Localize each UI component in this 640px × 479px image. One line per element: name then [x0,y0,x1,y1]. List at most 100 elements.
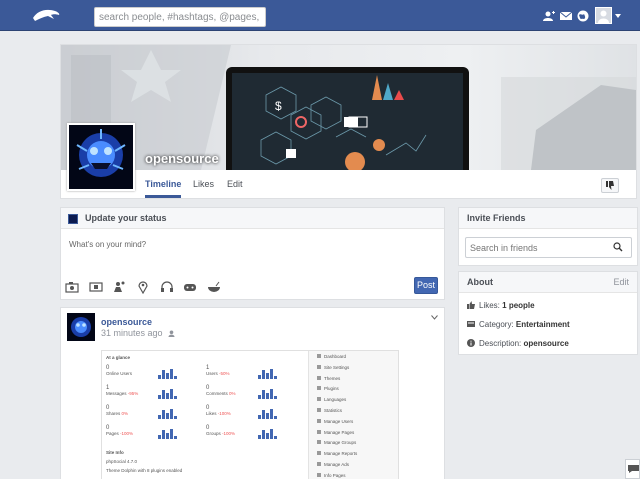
stat-label-text: Groups [206,431,221,436]
about-header: About Edit [459,272,637,293]
status-input[interactable]: What's on your mind? [69,240,146,249]
dislike-button[interactable] [601,178,619,193]
stat-sparkline [158,429,177,439]
stat-label-text: Online Users [106,371,133,376]
film-icon[interactable] [89,280,103,294]
screenshot-site-info-theme: Theme Dolphin with 8 plugins enabled [106,468,183,473]
stat-delta: -95% [127,391,139,396]
thumbs-down-icon [606,181,614,190]
tab-timeline[interactable]: Timeline [145,179,181,189]
stat-sparkline [158,409,177,419]
mail-icon[interactable] [560,10,572,22]
about-description-value: opensource [523,339,569,348]
stat-label: Online Users [106,371,201,376]
post-screenshot-image[interactable]: At a glance 0 Online Users 1 Users -50% 1 Me… [101,350,399,479]
stat-delta: -100% [120,431,134,436]
headphones-icon[interactable] [160,280,174,294]
menu-item-label: Manage Reports [324,451,358,457]
menu-bullet-icon [317,418,321,423]
stat-label: Pages -100% [106,431,201,436]
stat-label: Groups -100% [206,431,301,436]
search-icon[interactable] [613,242,623,252]
stat-label-text: Users [206,371,218,376]
stat-label: Messages -95% [106,391,201,396]
about-description-row: Description: opensource [467,339,569,348]
about-description-label: Description: [479,339,522,348]
post-author-avatar[interactable] [67,313,95,341]
menu-item-label: Site Settings [324,364,350,370]
map-pin-icon[interactable] [136,280,150,294]
stat-delta: 0% [229,391,236,396]
timeline-post: opensource 31 minutes ago At a glance 0O… [60,307,445,479]
screenshot-menu-item: Dashboard [317,354,346,359]
screenshot-stat: 1 Users -50% [206,365,301,383]
friends-icon[interactable] [543,10,555,22]
stat-label: Likes -100% [206,411,301,416]
invite-friends-panel: Invite Friends [458,207,638,266]
menu-bullet-icon [317,462,321,466]
gamepad-icon[interactable] [183,280,197,294]
stat-label-text: Pages [106,431,119,436]
screenshot-menu-item: Manage Pages [317,429,355,435]
stat-delta: -50% [219,371,230,376]
screenshot-site-info-version: phpSocial 4.7.0 [106,459,138,464]
screenshot-menu-item: Manage Users [317,418,354,424]
status-mini-avatar [68,214,78,224]
menu-item-label: Languages [324,397,347,403]
chevron-down-icon[interactable] [431,315,438,320]
menu-item-label: Manage Pages [324,429,355,435]
caret-down-icon[interactable] [615,14,621,18]
location-people-icon[interactable] [113,280,127,294]
about-likes-value: 1 people [502,301,535,310]
tab-edit[interactable]: Edit [227,179,243,189]
tab-likes[interactable]: Likes [193,179,214,189]
screenshot-stat: 1 Messages -95% [106,385,201,403]
about-panel: About Edit Likes: 1 people Category: Ent… [458,271,638,355]
chat-sidebar-toggle[interactable] [625,459,640,479]
post-author-name[interactable]: opensource [101,317,152,327]
screenshot-stat: 0 Likes -100% [206,405,301,423]
screenshot-menu-item: Manage Ads [317,462,349,467]
post-time-text: 31 minutes ago [101,328,163,338]
screenshot-stat: 0 Online Users [106,365,201,383]
globe-icon[interactable] [577,10,589,22]
menu-bullet-icon [317,429,321,434]
info-icon [467,339,475,347]
menu-item-label: Plugins [324,386,339,392]
chat-icon [628,465,639,473]
screenshot-menu-item: Languages [317,397,346,402]
cover-profile-name: opensource [145,151,219,166]
user-avatar[interactable] [595,7,612,24]
top-navigation-bar [0,0,640,31]
screenshot-menu-item: Themes [317,375,340,381]
menu-item-label: Manage Users [324,418,354,424]
dolphin-logo-icon[interactable] [31,5,61,25]
post-button[interactable]: Post [414,277,438,294]
about-likes-label: Likes: [479,301,500,310]
food-bowl-icon[interactable] [207,280,221,294]
post-time[interactable]: 31 minutes ago [101,328,175,338]
invite-search-input[interactable] [465,237,632,258]
screenshot-stat: 0 Pages -100% [106,425,201,443]
screenshot-menu-item: Site Settings [317,364,350,370]
thumbs-up-icon [467,301,475,309]
stat-delta: -100% [217,411,231,416]
stat-delta: 0% [121,411,129,416]
menu-item-label: Manage Groups [324,440,357,446]
category-icon [467,321,475,327]
menu-item-label: Manage Ads [324,462,350,467]
about-edit-link[interactable]: Edit [613,272,629,292]
screenshot-stat: 0 Shares 0% [106,405,201,423]
svg-text:$: $ [275,99,282,113]
screenshot-menu-item: Plugins [317,386,339,391]
search-input[interactable] [94,7,266,27]
camera-icon[interactable] [65,280,79,294]
stat-sparkline [258,429,277,439]
stat-label-text: Shares [106,411,121,416]
menu-bullet-icon [317,451,321,456]
menu-item-label: Dashboard [324,354,347,359]
profile-picture[interactable] [67,123,135,191]
screenshot-menu-item: Manage Reports [317,451,357,456]
menu-bullet-icon [317,375,321,380]
invite-title: Invite Friends [459,208,637,229]
